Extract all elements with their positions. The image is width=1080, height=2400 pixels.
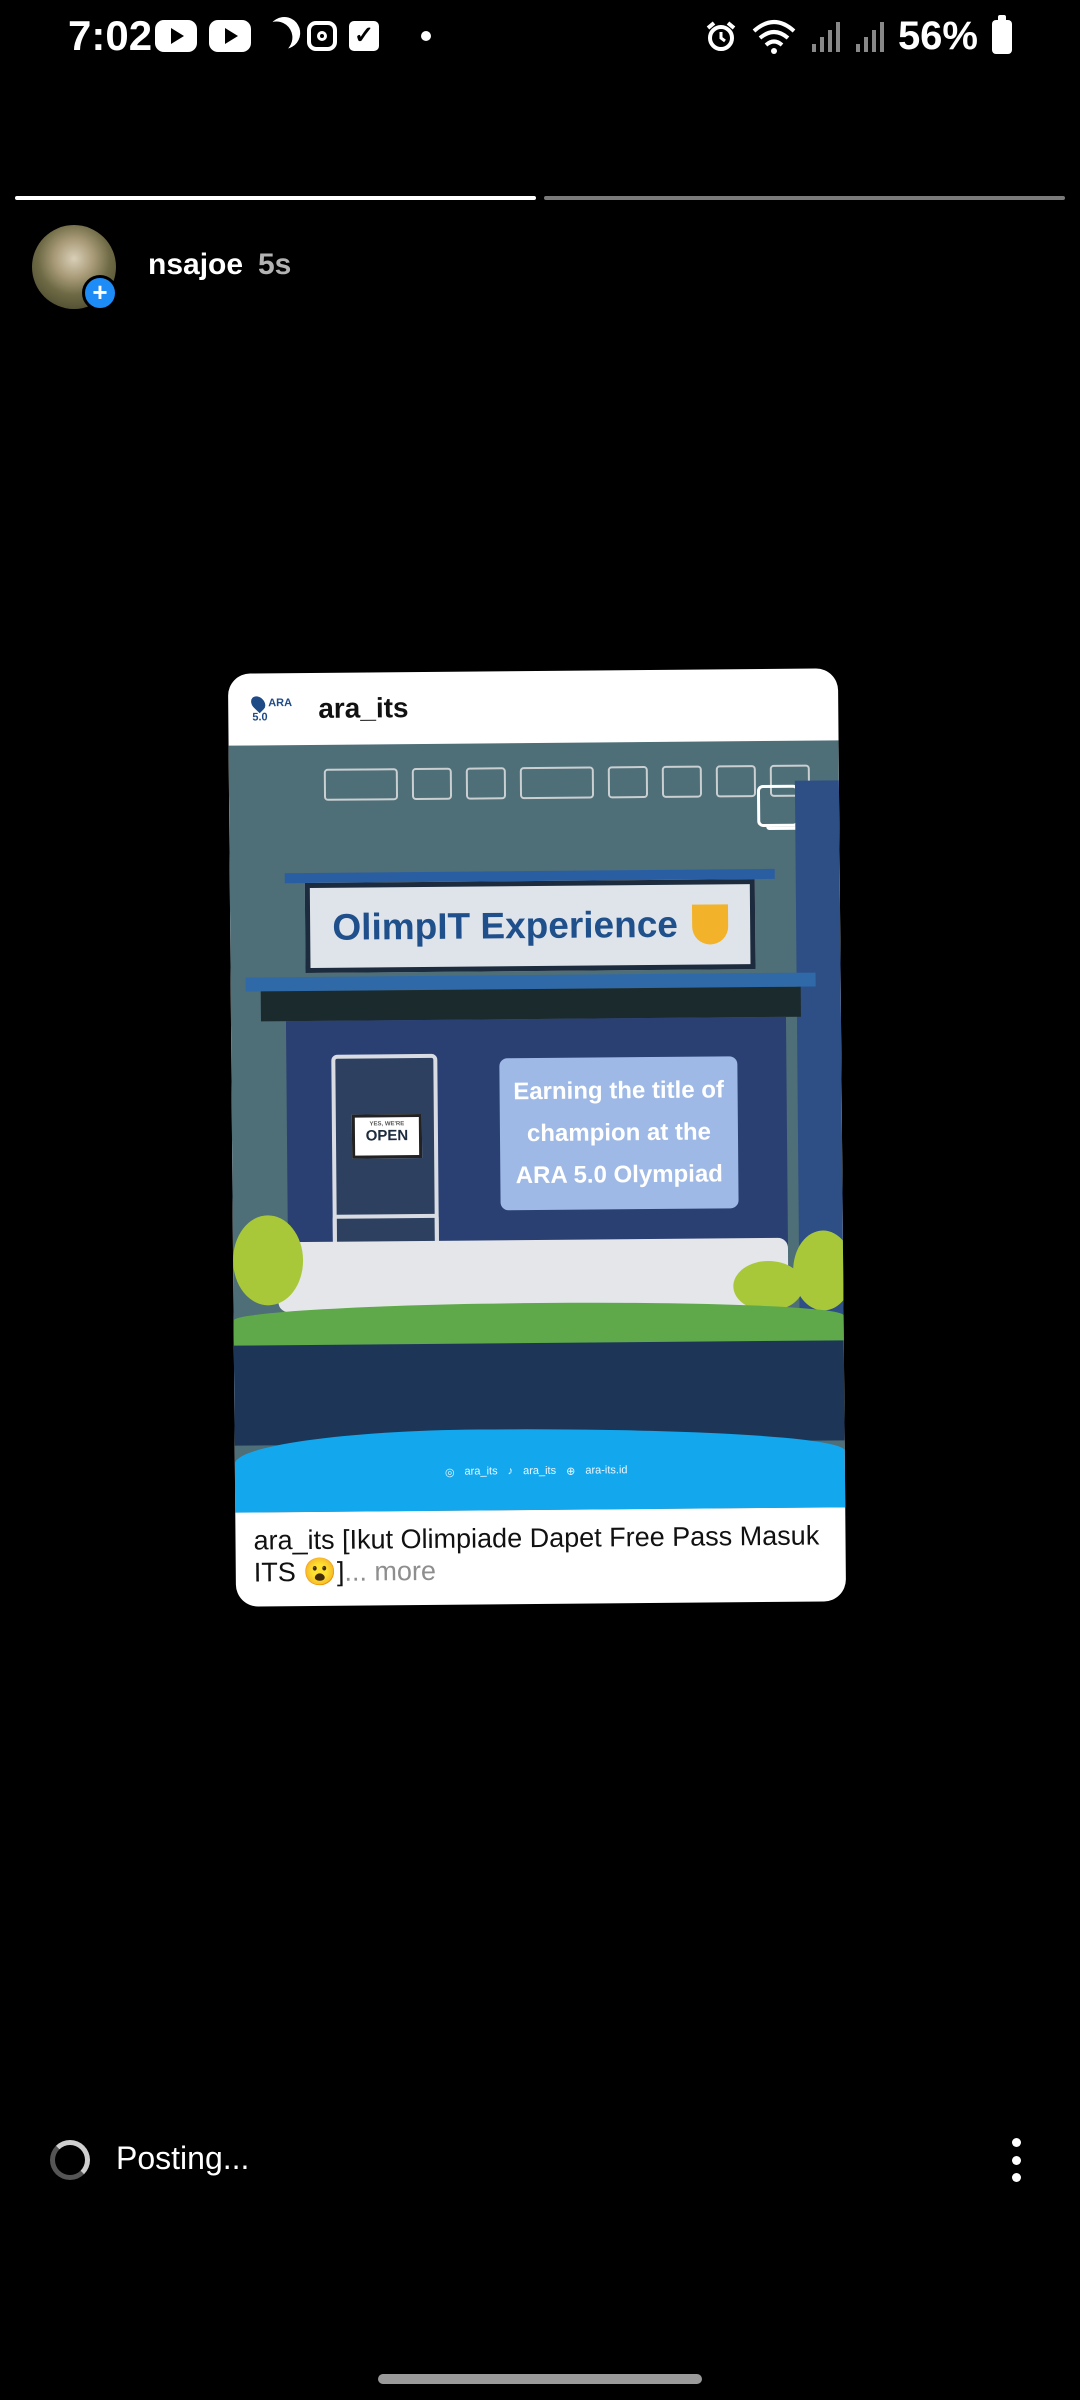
caption-user: ara_its bbox=[253, 1524, 335, 1556]
post-header: ARA 5.0 ara_its bbox=[228, 668, 839, 745]
battery-icon bbox=[992, 14, 1012, 54]
logo-icon bbox=[661, 765, 703, 798]
progress-segment bbox=[15, 196, 536, 200]
trophy-icon bbox=[691, 904, 729, 945]
logo-icon bbox=[607, 766, 649, 799]
signal-icon bbox=[811, 21, 840, 52]
logo-icon bbox=[323, 768, 399, 801]
post-title: OlimpIT Experience bbox=[332, 903, 679, 948]
signal-icon bbox=[855, 21, 884, 52]
logo-icon bbox=[519, 766, 595, 800]
planter bbox=[277, 1237, 789, 1313]
awning-shadow bbox=[260, 986, 801, 1022]
home-indicator[interactable] bbox=[378, 2374, 702, 2384]
add-story-icon[interactable]: + bbox=[82, 275, 118, 311]
battery-percent: 56% bbox=[897, 14, 978, 58]
open-sign: YES, WE'RE OPEN bbox=[351, 1114, 423, 1159]
story-progress bbox=[15, 196, 1065, 200]
window-text: Earning the title of champion at the ARA… bbox=[499, 1056, 739, 1211]
globe-icon: ⊕ bbox=[566, 1465, 576, 1478]
dot-icon bbox=[421, 31, 431, 41]
carousel-icon bbox=[756, 784, 800, 828]
shop-sign: OlimpIT Experience bbox=[304, 879, 756, 974]
instagram-icon bbox=[307, 21, 337, 51]
wifi-icon bbox=[752, 19, 796, 54]
logo-icon bbox=[411, 767, 453, 801]
story-time: 5s bbox=[258, 248, 292, 281]
ara-logo-icon: ARA 5.0 bbox=[248, 693, 292, 723]
logo-icon bbox=[715, 765, 757, 798]
loading-spinner-icon bbox=[50, 2140, 90, 2180]
youtube-icon bbox=[155, 20, 197, 52]
more-link[interactable]: ... more bbox=[344, 1556, 436, 1587]
status-time: 7:02 bbox=[68, 12, 153, 59]
progress-segment bbox=[544, 196, 1065, 200]
youtube-icon bbox=[209, 20, 251, 52]
checkbox-icon: ✓ bbox=[349, 21, 379, 51]
story-username[interactable]: nsajoe bbox=[148, 248, 243, 282]
instagram-icon: ◎ bbox=[444, 1466, 455, 1479]
notification-icons: ✓ bbox=[155, 20, 431, 52]
post-author[interactable]: ara_its bbox=[318, 692, 409, 725]
status-bar: 7:02 ✓ 56% bbox=[0, 0, 1080, 80]
alarm-icon bbox=[706, 20, 736, 51]
sponsor-logos bbox=[323, 764, 811, 801]
tiktok-icon: ♪ bbox=[507, 1465, 514, 1478]
post-caption[interactable]: ara_its [Ikut Olimpiade Dapet Free Pass … bbox=[235, 1507, 846, 1600]
shared-post-card[interactable]: ARA 5.0 ara_its OlimpIT Experience YES, … bbox=[227, 668, 847, 1607]
kebab-menu-icon[interactable] bbox=[1010, 2138, 1022, 2182]
logo-icon bbox=[465, 767, 507, 800]
social-handles: ◎ ara_its ♪ ara_its ⊕ ara-its.id bbox=[444, 1464, 628, 1479]
caption-text: [Ikut Olimpiade Dapet Free Pass Masuk IT… bbox=[253, 1520, 820, 1588]
posting-status: Posting... bbox=[116, 2140, 250, 2176]
bush bbox=[232, 1215, 304, 1306]
post-image[interactable]: OlimpIT Experience YES, WE'RE OPEN Earni… bbox=[228, 740, 846, 1513]
system-icons: 56% bbox=[704, 14, 1012, 59]
moon-icon bbox=[262, 11, 306, 55]
